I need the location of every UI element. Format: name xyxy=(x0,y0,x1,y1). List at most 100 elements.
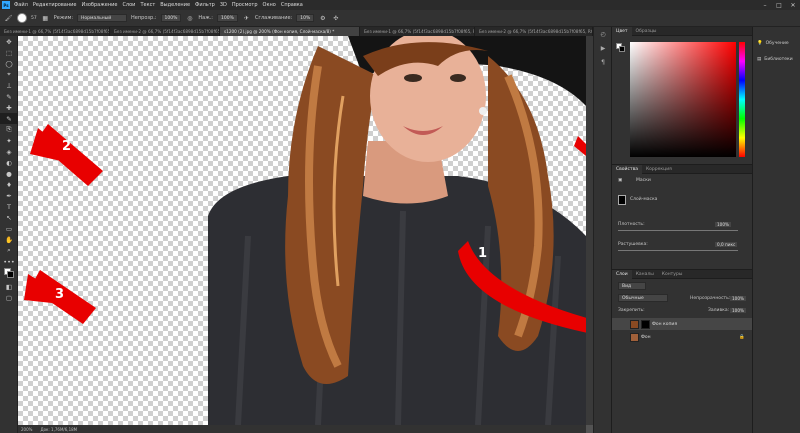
maximize-button[interactable]: □ xyxy=(772,2,786,9)
crop-tool-icon[interactable]: ⟂ xyxy=(0,80,18,91)
layer-name: Фон xyxy=(641,334,651,340)
menu-help[interactable]: Справка xyxy=(281,2,303,8)
menu-file[interactable]: Файл xyxy=(14,2,28,8)
menu-select[interactable]: Выделение xyxy=(160,2,190,8)
tab-adjustments[interactable]: Коррекция xyxy=(642,167,676,172)
density-value[interactable]: 100% xyxy=(715,222,731,227)
feather-slider[interactable] xyxy=(618,250,738,251)
menu-view[interactable]: Просмотр xyxy=(232,2,258,8)
feather-value[interactable]: 0,0 пикс xyxy=(715,242,738,247)
menu-layers[interactable]: Слои xyxy=(122,2,135,8)
opacity-field[interactable]: 100% xyxy=(160,14,182,22)
marquee-tool-icon[interactable]: ⬚ xyxy=(0,47,18,58)
mode-select[interactable]: Нормальный xyxy=(77,14,128,22)
layer-opacity-value[interactable]: 100% xyxy=(730,296,746,301)
tab-document-4[interactable]: Без имени-1 @ 66,7% (5f14f3ac6898d15b7f0… xyxy=(360,27,475,36)
layer-row-background[interactable]: Фон 🔒 xyxy=(612,331,753,343)
photoshop-logo: Ps xyxy=(2,1,10,9)
lasso-tool-icon[interactable]: ◯ xyxy=(0,58,18,69)
tab-color[interactable]: Цвет xyxy=(612,26,632,36)
healing-tool-icon[interactable]: ✚ xyxy=(0,102,18,113)
airbrush-icon[interactable]: ✈ xyxy=(242,14,251,23)
shape-tool-icon[interactable]: ▭ xyxy=(0,223,18,234)
opacity-label: Непрозр.: xyxy=(131,15,157,21)
menu-image[interactable]: Изображение xyxy=(81,2,117,8)
eraser-tool-icon[interactable]: ◈ xyxy=(0,146,18,157)
minimize-button[interactable]: – xyxy=(758,2,772,9)
tab-properties[interactable]: Свойства xyxy=(612,164,642,174)
menu-edit[interactable]: Редактирование xyxy=(33,2,77,8)
gradient-tool-icon[interactable]: ◐ xyxy=(0,157,18,168)
pressure-opacity-icon[interactable]: ◎ xyxy=(185,14,194,23)
brush-preview[interactable] xyxy=(17,13,27,23)
path-select-tool-icon[interactable]: ↖ xyxy=(0,212,18,223)
fill-label: Заливка: xyxy=(708,308,730,313)
blur-tool-icon[interactable]: ● xyxy=(0,168,18,179)
options-bar: 🖌 57 ▦ Режим: Нормальный Непрозр.: 100% … xyxy=(0,10,800,27)
color-picker-field[interactable] xyxy=(630,42,736,157)
more-tools-icon[interactable]: ••• xyxy=(0,256,18,267)
smoothing-field[interactable]: 10% xyxy=(296,14,315,22)
color-panel: Цвет Образцы xyxy=(612,26,753,163)
layer-thumbnail xyxy=(630,332,639,342)
menu-filter[interactable]: Фильтр xyxy=(195,2,215,8)
pen-tool-icon[interactable]: ✒ xyxy=(0,190,18,201)
annotation-1: 1 xyxy=(478,246,488,261)
symmetry-icon[interactable]: ✣ xyxy=(331,14,340,23)
close-button[interactable]: ✕ xyxy=(786,2,800,9)
canvas-vertical-scrollbar[interactable] xyxy=(586,36,593,425)
quick-select-tool-icon[interactable]: ⌖ xyxy=(0,69,18,80)
brush-tool-icon[interactable]: 🖌 xyxy=(4,14,13,23)
fg-bg-swatch[interactable] xyxy=(616,43,625,52)
tab-document-5[interactable]: Без имени-2 @ 66,7% (5f14f3ac6898d15b7f0… xyxy=(475,27,593,36)
learn-library-dock: 💡 Обучение ▤ Библиотеки xyxy=(752,27,800,433)
flow-field[interactable]: 100% xyxy=(216,14,238,22)
menu-3d[interactable]: 3D xyxy=(220,2,227,8)
actions-icon[interactable]: ▶ xyxy=(594,41,612,55)
document-canvas[interactable]: 2 3 1 xyxy=(18,36,586,425)
density-slider[interactable] xyxy=(618,230,738,231)
properties-panel: Свойства Коррекция ▣ Маски Слой-маска Пл… xyxy=(612,164,753,268)
tab-document-1[interactable]: Без имени-1 @ 66,7% (5f14f3ac6898d15b7f0… xyxy=(0,27,110,36)
flow-label: Наж.: xyxy=(198,15,213,21)
libraries-button[interactable]: ▤ Библиотеки xyxy=(753,51,800,67)
tab-swatches[interactable]: Образцы xyxy=(632,29,661,34)
layer-thumbnail xyxy=(630,319,639,329)
brush-tool-icon[interactable]: ✎ xyxy=(0,113,18,124)
menu-bar: Ps Файл Редактирование Изображение Слои … xyxy=(0,0,800,10)
history-brush-tool-icon[interactable]: ✦ xyxy=(0,135,18,146)
menu-text[interactable]: Текст xyxy=(140,2,155,8)
screen-mode-icon[interactable]: ▢ xyxy=(0,292,18,303)
mask-thumbnail[interactable] xyxy=(641,319,650,329)
mode-label: Режим: xyxy=(53,15,74,21)
tab-channels[interactable]: Каналы xyxy=(632,272,658,277)
paragraph-icon[interactable]: ¶ xyxy=(594,55,612,69)
type-tool-icon[interactable]: T xyxy=(0,201,18,212)
fill-value[interactable]: 100% xyxy=(730,308,746,313)
stamp-tool-icon[interactable]: ⎘ xyxy=(0,124,18,135)
layer-row-background-copy[interactable]: Фон копия xyxy=(612,318,753,330)
blend-mode-select[interactable]: Обычные xyxy=(618,294,668,302)
tab-document-active[interactable]: s1200 (2).jpg @ 200% (Фон копия, Слой-ма… xyxy=(220,27,360,36)
layer-name: Фон копия xyxy=(652,321,678,327)
eyedropper-tool-icon[interactable]: ✎ xyxy=(0,91,18,102)
hue-slider[interactable] xyxy=(739,42,745,157)
tab-layers[interactable]: Слои xyxy=(612,269,632,279)
zoom-tool-icon[interactable]: ⌕ xyxy=(0,245,18,256)
history-icon[interactable]: ◴ xyxy=(594,27,612,41)
hand-tool-icon[interactable]: ✋ xyxy=(0,234,18,245)
annotation-arrows xyxy=(24,124,586,333)
fg-bg-colors-icon[interactable] xyxy=(0,267,18,281)
menu-window[interactable]: Окно xyxy=(263,2,276,8)
move-tool-icon[interactable]: ✥ xyxy=(0,36,18,47)
learn-button[interactable]: 💡 Обучение xyxy=(753,35,800,51)
layer-filter-select[interactable]: Вид xyxy=(618,282,646,290)
mask-pixel-icon[interactable]: ▣ xyxy=(618,178,622,183)
zoom-level[interactable]: 200% xyxy=(21,427,32,432)
dodge-tool-icon[interactable]: ♦ xyxy=(0,179,18,190)
gear-icon[interactable]: ⚙ xyxy=(318,14,327,23)
brush-settings-icon[interactable]: ▦ xyxy=(41,14,50,23)
tab-document-2[interactable]: Без имени-2 @ 66,7% (5f14f3ac6898d15b7f0… xyxy=(110,27,220,36)
quick-mask-icon[interactable]: ◧ xyxy=(0,281,18,292)
tab-paths[interactable]: Контуры xyxy=(658,272,687,277)
